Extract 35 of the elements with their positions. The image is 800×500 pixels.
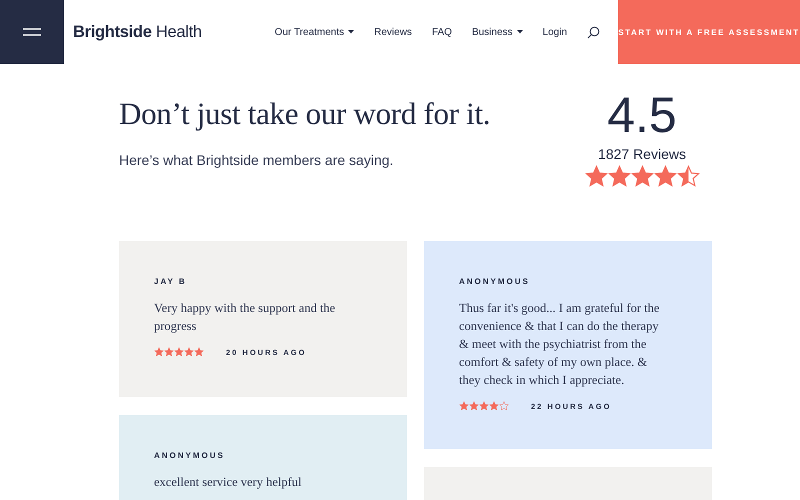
star-icon	[194, 347, 204, 357]
search-icon[interactable]	[587, 26, 600, 38]
review-text: Thus far it's good... I am grateful for the convenience & that I can do the therapy & meet with the psychiatrist from the comfort & safety of my own place. & they check in which I appreciate.	[459, 300, 660, 389]
review-count: 1827 Reviews	[598, 146, 686, 162]
star-icon	[459, 401, 469, 411]
average-rating: 4.5	[607, 90, 677, 140]
star-icon	[154, 347, 164, 357]
reviewer-name: ANONYMOUS	[154, 451, 226, 460]
star-icon	[630, 165, 654, 188]
caret-icon	[348, 30, 354, 34]
subtitle: Here’s what Brightside members are saying.	[119, 152, 394, 168]
star-icon	[469, 401, 479, 411]
star-icon	[164, 347, 174, 357]
logo[interactable]: Brightside Health	[73, 22, 202, 42]
nav-link[interactable]: Our Treatments	[274, 26, 354, 38]
star-icon	[608, 165, 630, 188]
nav-link[interactable]: Reviews	[374, 26, 412, 38]
review-text: excellent service very helpful	[154, 474, 302, 491]
reviewer-name: JAY B	[154, 277, 188, 286]
star-icon	[499, 401, 509, 411]
star-icon	[479, 401, 489, 411]
star-icon	[676, 165, 700, 188]
star-icon	[184, 347, 194, 357]
page-heading: Don’t just take our word for it.	[119, 96, 492, 132]
star-icon	[584, 165, 608, 188]
star-icon	[654, 165, 676, 188]
nav-link[interactable]: Business	[472, 26, 523, 38]
nav-link[interactable]: FAQ	[432, 26, 452, 38]
review-text: Very happy with the support and the progress	[154, 300, 336, 335]
star-icon	[489, 401, 499, 411]
nav-link[interactable]: Login	[542, 26, 567, 38]
star-icon	[174, 347, 184, 357]
menu-icon	[23, 28, 41, 36]
reviewer-name: ANONYMOUS	[459, 277, 531, 286]
caret-icon	[516, 30, 523, 34]
